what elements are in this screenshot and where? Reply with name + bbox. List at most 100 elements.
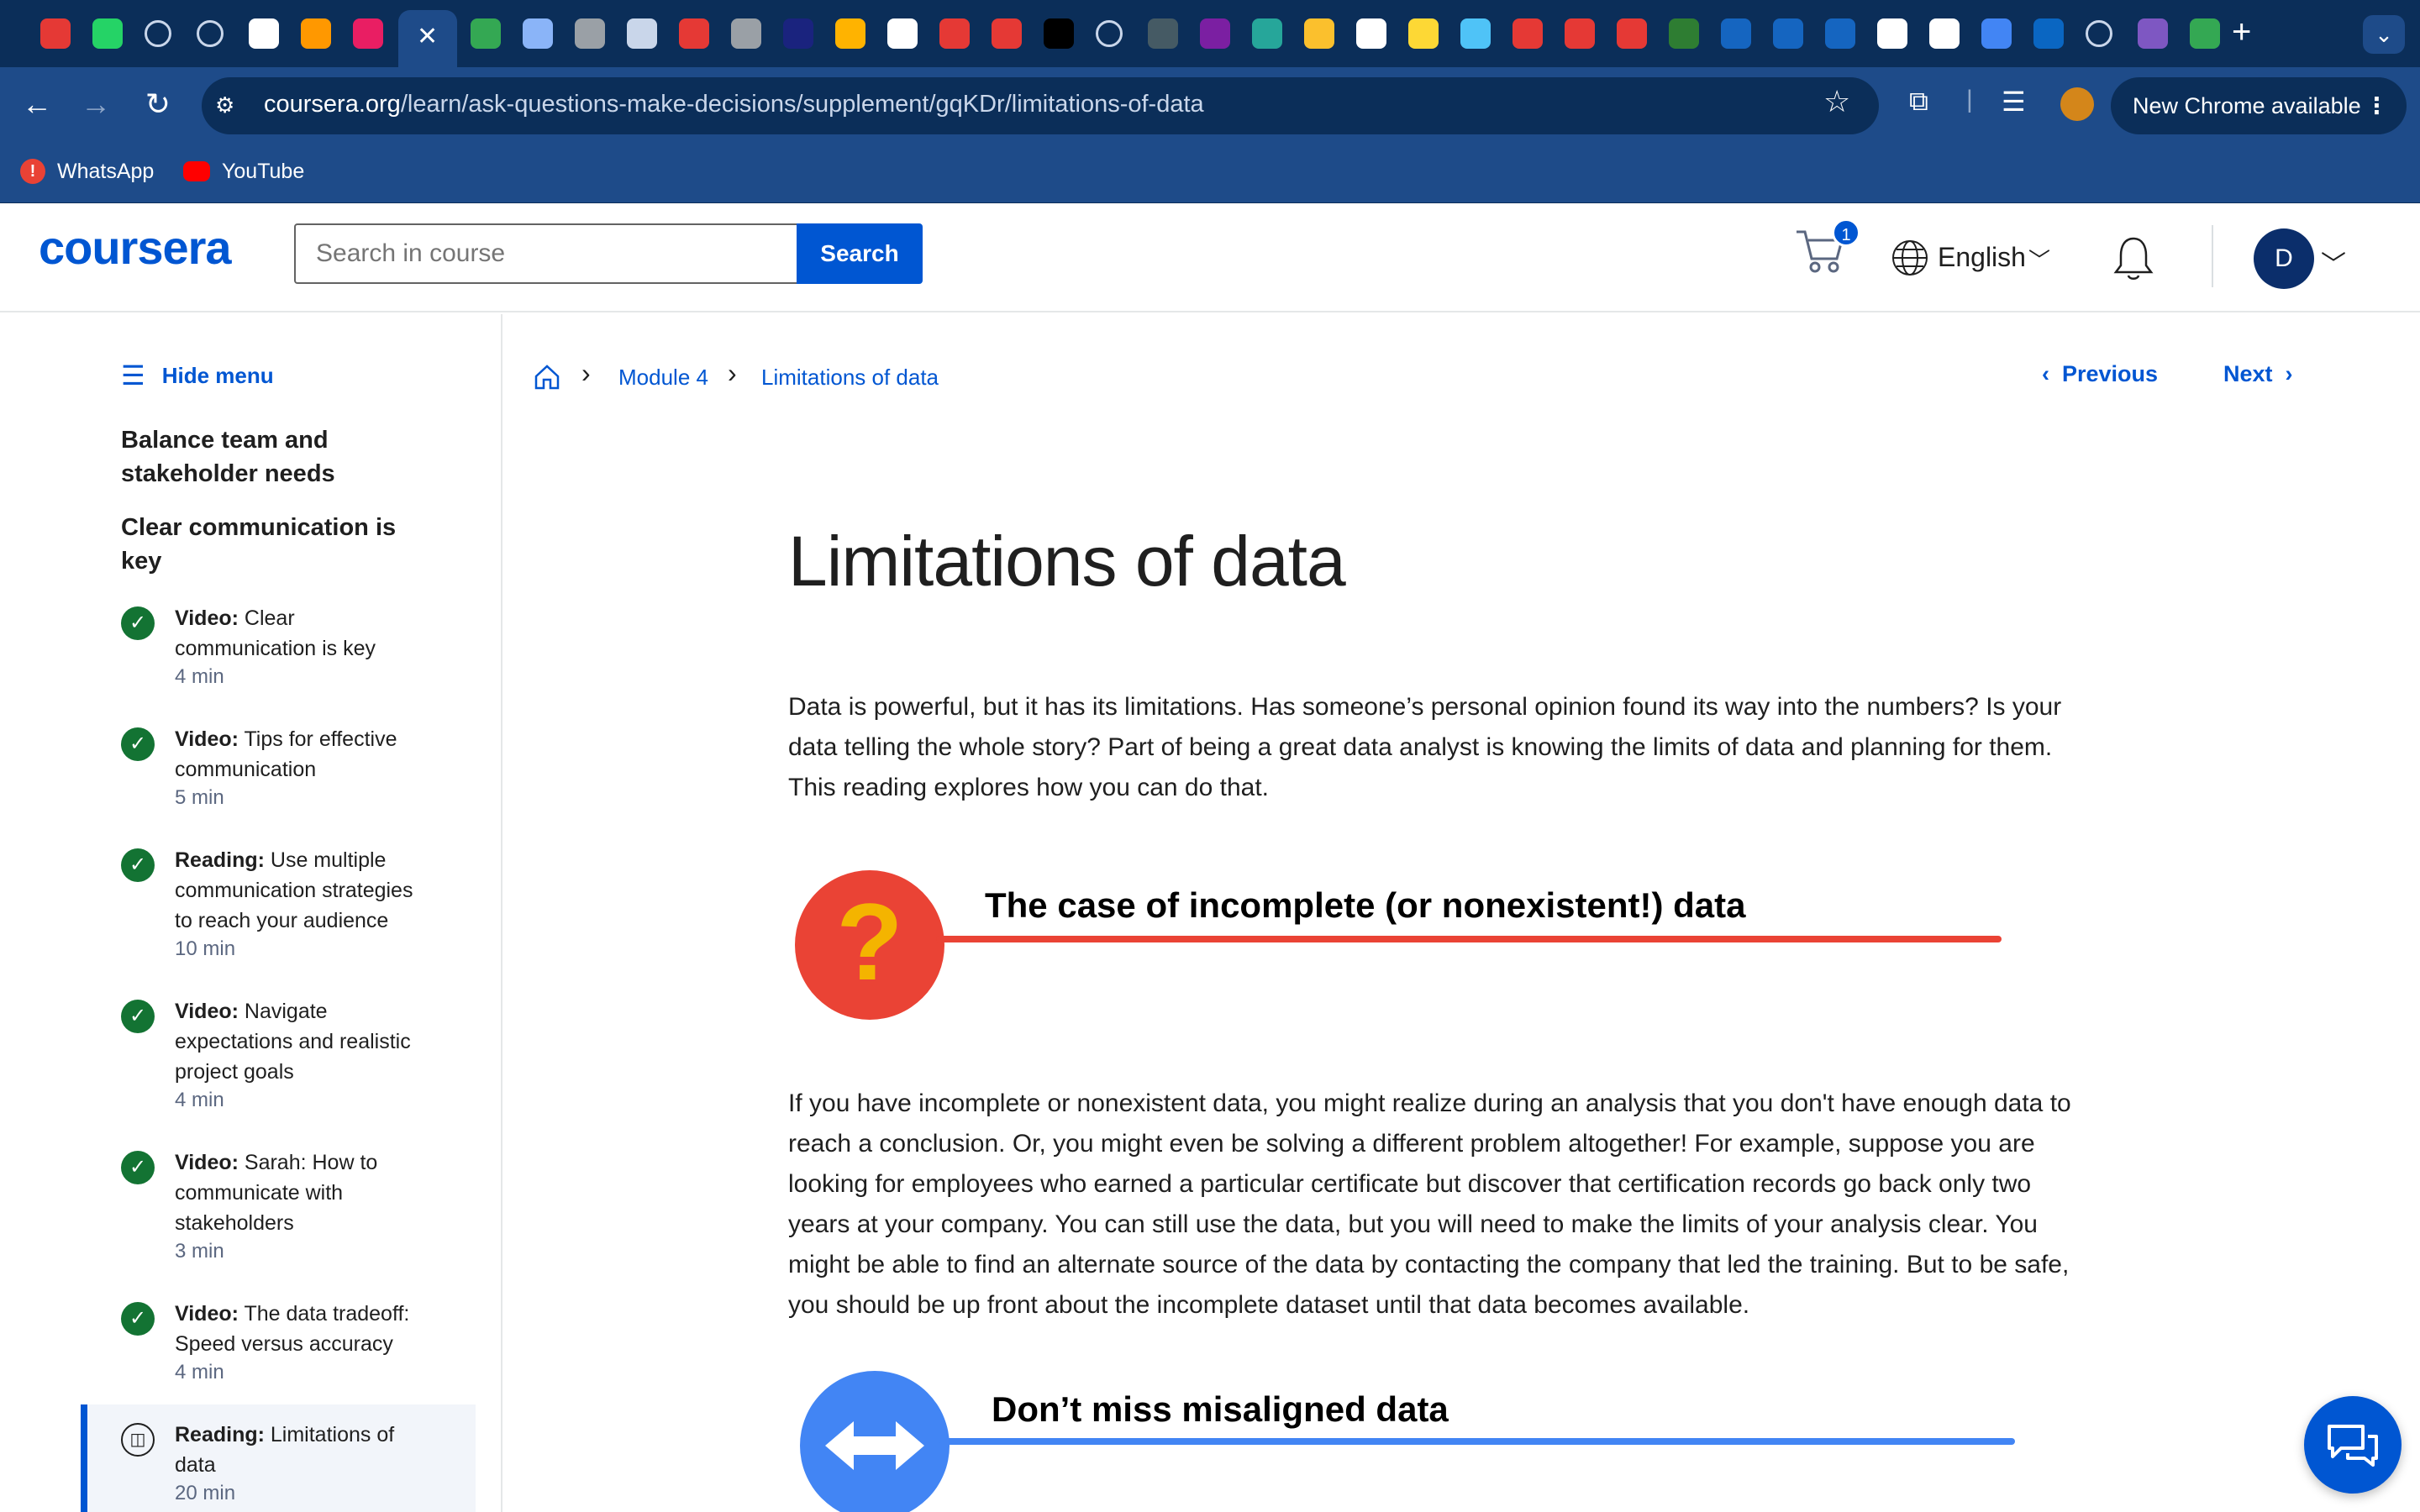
lesson-group-heading[interactable]: Balance team and stakeholder needs [121, 423, 424, 491]
wave-icon[interactable] [1460, 18, 1491, 49]
header-divider [2212, 225, 2213, 287]
chevron-right-icon: › [2272, 361, 2293, 386]
completed-check-icon: ✓ [121, 848, 155, 882]
completed-check-icon: ✓ [121, 1302, 155, 1336]
target-icon[interactable] [1408, 18, 1439, 49]
bookmark-star-icon[interactable]: ☆ [1823, 84, 1850, 119]
map-pin-icon[interactable] [1981, 18, 2012, 49]
loading-icon[interactable] [145, 20, 171, 47]
hide-menu-label: Hide menu [161, 362, 274, 388]
c-app-icon[interactable] [1721, 18, 1751, 49]
loading-icon[interactable] [1096, 20, 1123, 47]
youtube-icon[interactable] [1617, 18, 1647, 49]
next-button[interactable]: Next › [2223, 361, 2293, 387]
chat-app-icon[interactable] [2190, 18, 2220, 49]
book-icon: ◫ [121, 1423, 155, 1457]
youtube-icon[interactable] [939, 18, 970, 49]
search-button[interactable]: Search [797, 223, 923, 284]
video-icon[interactable] [1200, 18, 1230, 49]
user-avatar[interactable]: D [2254, 228, 2314, 289]
toolbar-divider: | [1966, 86, 1973, 113]
breadcrumb-current[interactable]: Limitations of data [761, 365, 939, 391]
chat-bubble-icon [2328, 1425, 2378, 1467]
b-app-icon[interactable] [1304, 18, 1334, 49]
sidebar-item-label: Video: Tips for effective communication [175, 727, 397, 781]
course-search-input[interactable] [294, 223, 798, 284]
red-ball-icon[interactable] [1565, 18, 1595, 49]
chevron-down-icon[interactable]: ﹀ [2028, 244, 2050, 275]
language-selector[interactable]: English [1938, 242, 2026, 273]
back-icon[interactable]: ← [17, 84, 57, 124]
k-app-icon[interactable] [523, 18, 553, 49]
n-app-icon[interactable] [783, 18, 813, 49]
double-arrow-icon [800, 1371, 950, 1512]
lesson-group-heading[interactable]: Clear communication is key [121, 511, 424, 578]
m-app-icon[interactable] [835, 18, 865, 49]
coursera-logo[interactable]: coursera [39, 220, 232, 275]
globe-icon[interactable] [575, 18, 605, 49]
sidebar-item-duration: 10 min [175, 937, 236, 960]
arrow-app-icon[interactable] [301, 18, 331, 49]
audio-icon[interactable] [887, 18, 918, 49]
camera-icon[interactable] [731, 18, 761, 49]
openai-icon[interactable] [1929, 18, 1960, 49]
openai-icon[interactable] [1877, 18, 1907, 49]
sidebar-item-duration: 4 min [175, 1089, 224, 1111]
breadcrumb-module[interactable]: Module 4 [618, 365, 708, 391]
youtube-icon[interactable] [40, 18, 71, 49]
github-icon[interactable] [249, 18, 279, 49]
sidebar-item-label: Reading: Use multiple communication stra… [175, 848, 413, 932]
sidebar-item-label: Video: Sarah: How to communicate with st… [175, 1151, 378, 1235]
url-text[interactable]: coursera.org/learn/ask-questions-make-de… [264, 91, 1204, 118]
google-icon[interactable] [1356, 18, 1386, 49]
reading-list-icon[interactable]: ☰ [2002, 86, 2026, 118]
update-chrome-button[interactable]: New Chrome available ⋮ [2111, 77, 2407, 134]
record-icon[interactable] [679, 18, 709, 49]
tab-search-icon[interactable]: ⌄ [2363, 15, 2405, 54]
site-settings-icon[interactable]: ⚙ [215, 92, 242, 119]
extensions-icon[interactable]: ⧉ [1909, 86, 1928, 118]
close-tab-icon[interactable]: ✕ [417, 22, 438, 51]
grid-icon[interactable] [1148, 18, 1178, 49]
hide-menu-button[interactable]: ☰ Hide menu [121, 360, 274, 391]
c-app-icon[interactable] [1773, 18, 1803, 49]
reload-icon[interactable]: ↻ [138, 84, 178, 124]
unt-icon[interactable] [1669, 18, 1699, 49]
globe-icon[interactable] [1891, 239, 1929, 277]
section-heading: The case of incomplete (or nonexistent!)… [985, 885, 1746, 925]
notifications-bell-icon[interactable] [2111, 235, 2156, 282]
home-icon[interactable] [533, 363, 561, 391]
c-app-icon[interactable] [627, 18, 657, 49]
loading-icon[interactable] [197, 20, 224, 47]
profile-avatar-icon[interactable] [2060, 87, 2094, 121]
circle-app-icon[interactable] [1252, 18, 1282, 49]
previous-button[interactable]: ‹ Previous [2042, 361, 2158, 387]
bookmark-whatsapp[interactable]: ! WhatsApp [20, 156, 154, 186]
loading-icon[interactable] [2086, 20, 2112, 47]
plus-app-icon[interactable] [471, 18, 501, 49]
youtube-icon[interactable] [992, 18, 1022, 49]
c-app-icon[interactable] [1825, 18, 1855, 49]
w-app-icon[interactable] [2138, 18, 2168, 49]
section-banner-incomplete-data: ? The case of incomplete (or nonexistent… [788, 870, 2082, 1021]
completed-check-icon: ✓ [121, 727, 155, 761]
svg-text:?: ? [836, 880, 902, 1003]
intro-paragraph: Data is powerful, but it has its limitat… [788, 693, 2062, 801]
browser-tab-strip: ✕ + ⌄ [0, 0, 2420, 67]
linkedin-icon[interactable] [2033, 18, 2064, 49]
sidebar-item-duration: 5 min [175, 786, 224, 809]
red-ball-icon[interactable] [1512, 18, 1543, 49]
sidebar-item-duration: 3 min [175, 1240, 224, 1263]
whatsapp-icon[interactable] [92, 18, 123, 49]
chevron-down-icon[interactable]: ﹀ [2321, 244, 2346, 281]
help-chat-button[interactable] [2304, 1396, 2402, 1494]
bookmark-youtube[interactable]: YouTube [183, 156, 304, 186]
gt-icon[interactable] [1044, 18, 1074, 49]
forward-icon[interactable]: → [76, 84, 116, 124]
completed-check-icon: ✓ [121, 1151, 155, 1184]
more-menu-icon[interactable]: ⋮ [2365, 77, 2388, 134]
active-tab[interactable]: ✕ [398, 10, 457, 67]
sidebar-item-label: Reading: Limitations of data [175, 1423, 395, 1477]
new-tab-icon[interactable]: + [2232, 13, 2251, 51]
pink-app-icon[interactable] [353, 18, 383, 49]
